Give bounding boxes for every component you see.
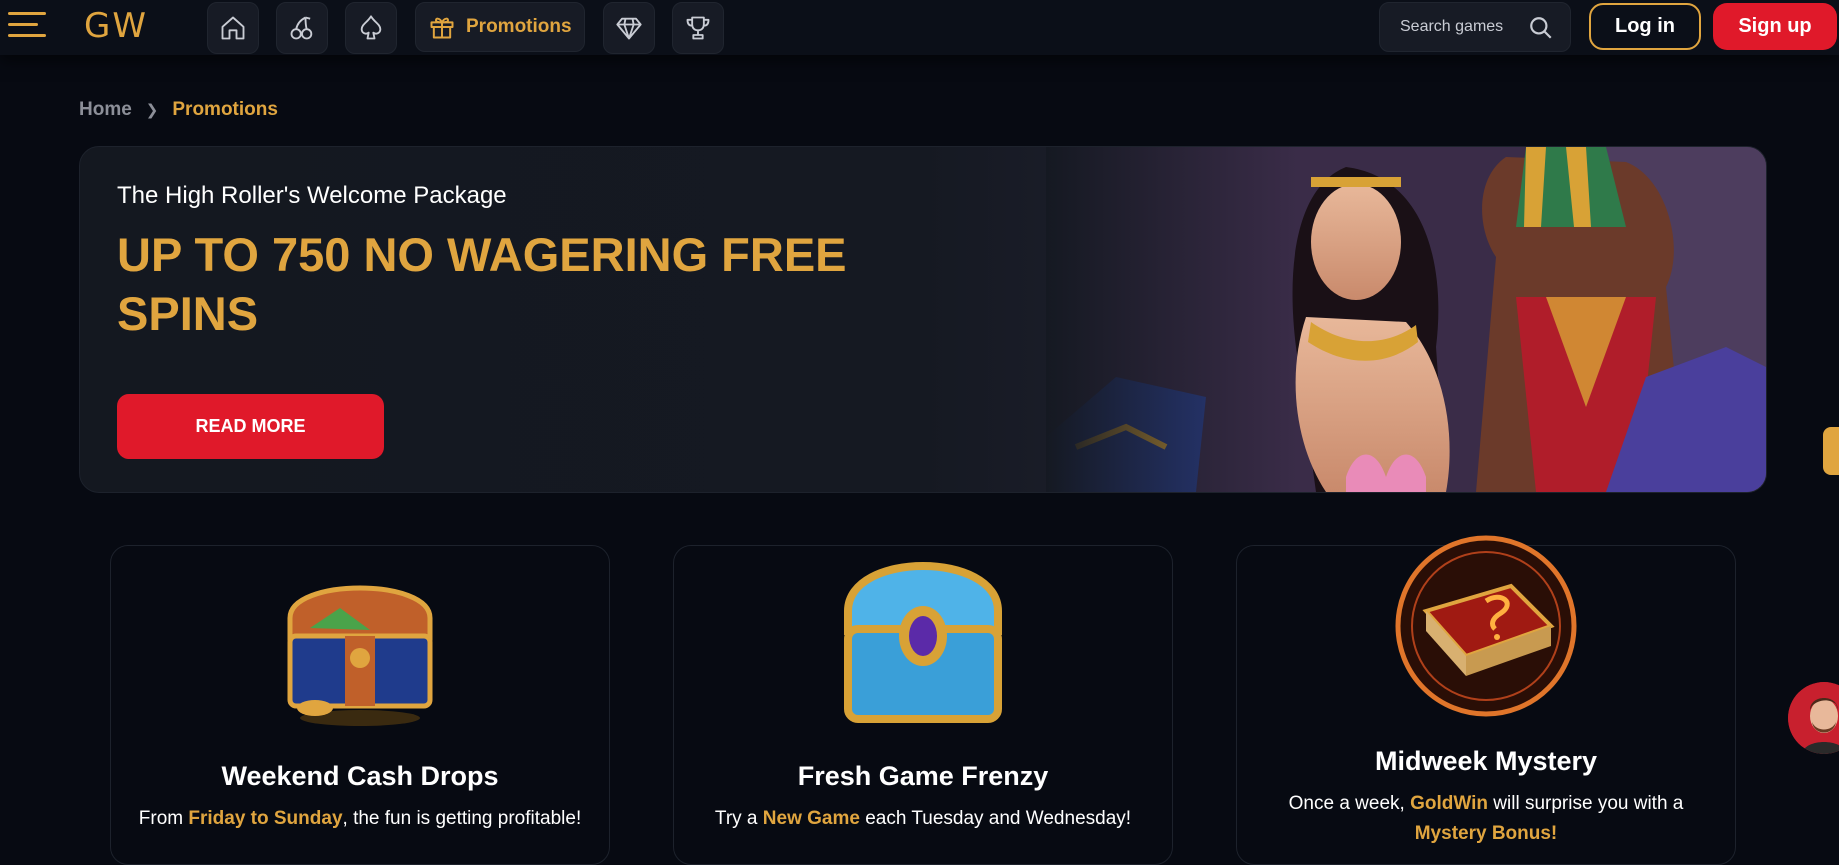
card-description: Try a New Game each Tuesday and Wednesda…	[674, 804, 1172, 834]
support-agent-icon	[1788, 682, 1839, 754]
read-more-button[interactable]: READ MORE	[117, 394, 384, 459]
text-part: will surprise you with a	[1488, 793, 1684, 814]
diamond-icon	[616, 17, 642, 40]
egyptian-characters-illustration	[1046, 147, 1766, 492]
support-chat-avatar[interactable]	[1788, 682, 1839, 754]
hero-title: UP TO 750 NO WAGERING FREE SPINS	[117, 228, 847, 340]
nav-promotions-button[interactable]: Promotions	[415, 2, 585, 52]
text-part: each Tuesday and Wednesday!	[859, 808, 1132, 829]
site-logo[interactable]: GW	[84, 6, 148, 46]
menu-icon[interactable]	[8, 12, 46, 42]
breadcrumb-current: Promotions	[172, 99, 278, 120]
text-part: From	[138, 808, 189, 829]
breadcrumb-home-link[interactable]: Home	[79, 99, 132, 121]
card-title: Weekend Cash Drops	[221, 761, 499, 791]
promo-card-midweek-mystery[interactable]: Midweek Mystery Once a week, GoldWin wil…	[1236, 535, 1736, 865]
text-part: , the fun is getting profitable!	[342, 808, 582, 829]
gift-icon	[430, 17, 454, 39]
trophy-icon	[686, 16, 710, 40]
text-part: Try a	[714, 808, 763, 829]
mystery-book-icon	[1395, 535, 1577, 717]
card-description: Once a week, GoldWin will surprise you w…	[1237, 789, 1735, 849]
nav-slots-button[interactable]	[276, 2, 328, 54]
card-title: Fresh Game Frenzy	[797, 761, 1049, 791]
nav-promotions-label: Promotions	[466, 16, 572, 37]
search-icon[interactable]	[1528, 15, 1554, 41]
breadcrumb: Home ❯ Promotions	[79, 99, 278, 121]
card-description: From Friday to Sunday, the fun is gettin…	[111, 804, 609, 834]
cherry-icon	[290, 16, 313, 40]
highlight-text: Friday to Sunday	[188, 808, 343, 829]
search-box[interactable]	[1379, 2, 1571, 52]
hero-subtitle: The High Roller's Welcome Package	[117, 182, 507, 209]
text-part: Once a week,	[1288, 793, 1411, 814]
home-icon	[221, 16, 245, 40]
signup-button[interactable]: Sign up	[1713, 3, 1837, 50]
nav-tournaments-button[interactable]	[672, 2, 724, 54]
nav-vip-button[interactable]	[603, 2, 655, 54]
highlight-text: GoldWin	[1410, 793, 1489, 814]
side-drawer-tab[interactable]	[1823, 427, 1839, 475]
highlight-text: New Game	[762, 808, 860, 829]
treasure-chest-gold-icon	[287, 585, 433, 726]
login-button[interactable]: Log in	[1589, 3, 1701, 50]
welcome-package-banner: The High Roller's Welcome Package UP TO …	[79, 146, 1767, 493]
promo-card-fresh-game-frenzy[interactable]: Fresh Game Frenzy Try a New Game each Tu…	[673, 545, 1173, 865]
treasure-chest-blue-icon	[844, 562, 1002, 723]
highlight-text: Mystery Bonus!	[1414, 823, 1558, 844]
promo-card-weekend-cash-drops[interactable]: Weekend Cash Drops From Friday to Sunday…	[110, 545, 610, 865]
top-navigation-bar: GW Promotions Log in Sign up	[0, 0, 1839, 55]
card-title: Midweek Mystery	[1374, 746, 1598, 776]
nav-table-games-button[interactable]	[345, 2, 397, 54]
search-input[interactable]	[1398, 17, 1542, 37]
chevron-right-icon: ❯	[145, 102, 159, 119]
nav-home-button[interactable]	[207, 2, 259, 54]
spade-icon	[360, 15, 382, 40]
